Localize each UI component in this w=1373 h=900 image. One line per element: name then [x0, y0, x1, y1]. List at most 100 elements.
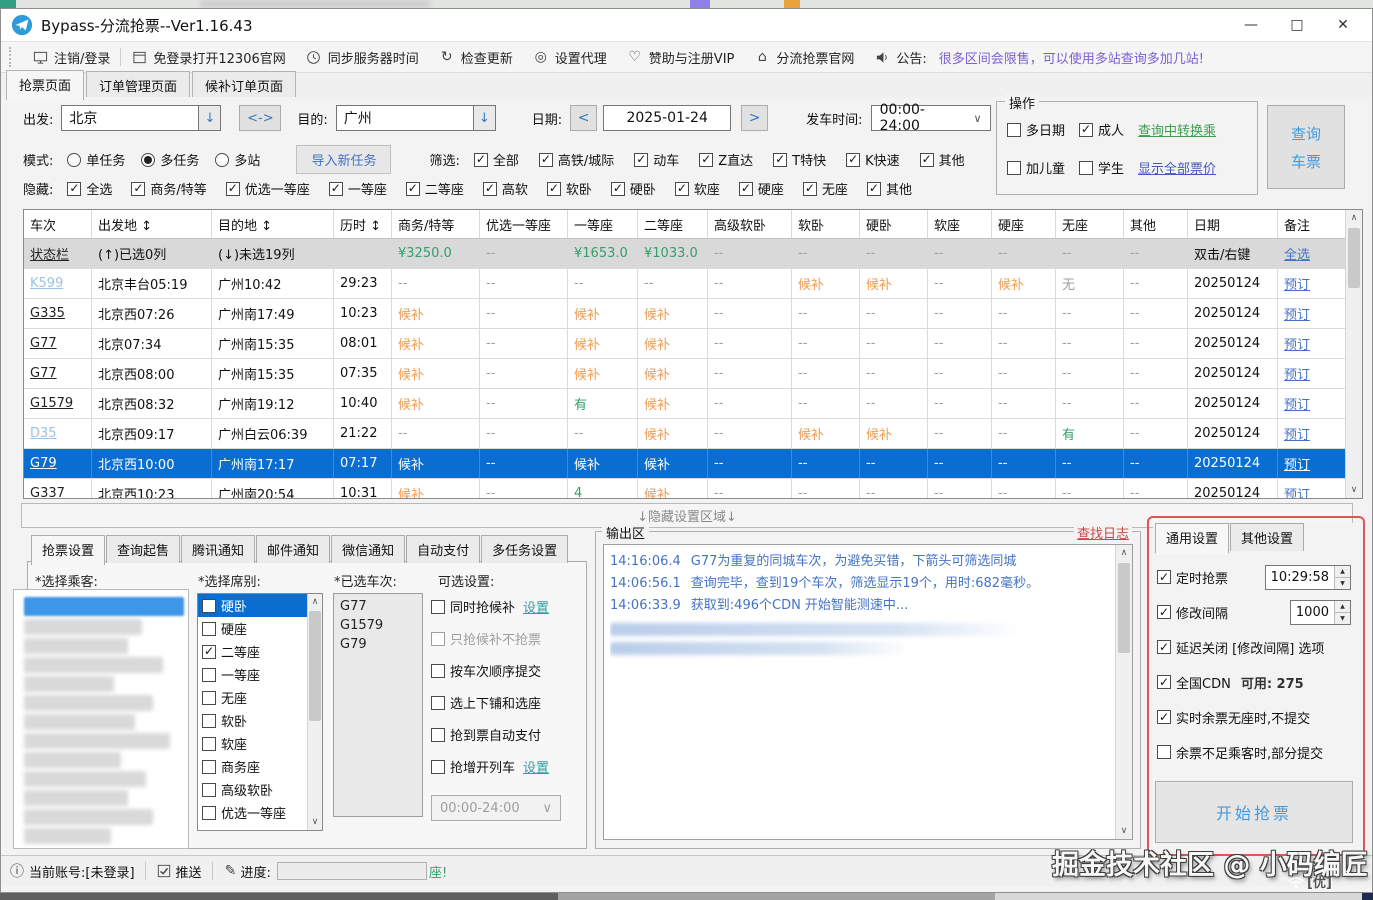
train-row-G337[interactable]: G337北京西10:23广州南20:5410:31候补--4候补--------…: [24, 479, 1345, 498]
column-header[interactable]: 硬座: [992, 210, 1056, 238]
maximize-button[interactable]: □: [1274, 10, 1320, 40]
toolbar-item-6[interactable]: ♡赞助与注册VIP: [617, 48, 745, 67]
tab-抢票页面[interactable]: 抢票页面: [6, 70, 84, 100]
seat-class-checkbox[interactable]: 商务座: [202, 757, 260, 776]
book-link[interactable]: 预订: [1278, 389, 1345, 418]
column-header[interactable]: 历时 ↕: [334, 210, 392, 238]
hide-checkbox[interactable]: 全选: [67, 179, 112, 198]
passenger-row-blurred[interactable]: [24, 695, 153, 711]
destination-dropdown-button[interactable]: ↓: [474, 105, 496, 131]
seat-class-checkbox[interactable]: 无座: [202, 688, 247, 707]
seat-class-row[interactable]: 一等座: [198, 663, 307, 686]
scrollbar-thumb[interactable]: [1348, 228, 1360, 288]
column-header[interactable]: 二等座: [638, 210, 708, 238]
train-number-link[interactable]: G77: [24, 359, 92, 388]
depart-dropdown-button[interactable]: ↓: [199, 105, 221, 131]
train-row-G77[interactable]: G77北京07:34广州南15:3508:01候补--候补候补---------…: [24, 329, 1345, 359]
toolbar-item-8[interactable]: 公告:: [864, 48, 936, 67]
scroll-down-icon[interactable]: [1116, 823, 1132, 839]
book-link[interactable]: 预订: [1278, 269, 1345, 298]
spinner-arrows[interactable]: ▲▼: [1334, 566, 1350, 589]
tab-其他设置[interactable]: 其他设置: [1230, 523, 1304, 551]
train-row-G335[interactable]: G335北京西07:26广州南17:4910:23候补--候补候补-------…: [24, 299, 1345, 329]
train-number-link[interactable]: D35: [24, 419, 92, 448]
toolbar-item-5[interactable]: ◎设置代理: [523, 48, 617, 67]
filter-checkbox[interactable]: 高铁/城际: [539, 150, 614, 169]
hide-checkbox[interactable]: 商务/特等: [131, 179, 206, 198]
column-header[interactable]: 车次: [24, 210, 92, 238]
general-setting-checkbox[interactable]: 余票不足乘客时,部分提交: [1157, 743, 1323, 762]
seat-class-row[interactable]: 二等座: [198, 640, 307, 663]
seat-class-checkbox[interactable]: 优选一等座: [202, 803, 286, 822]
mode-radio[interactable]: 多站: [215, 150, 260, 169]
passenger-row-blurred[interactable]: [24, 771, 146, 787]
tab-自动支付[interactable]: 自动支付: [406, 535, 480, 563]
passenger-list[interactable]: [13, 589, 189, 849]
train-row-G77[interactable]: G77北京西08:00广州南15:3507:35候补--候补候补--------…: [24, 359, 1345, 389]
tab-抢票设置[interactable]: 抢票设置: [31, 535, 105, 565]
spinner-arrows[interactable]: ▲▼: [1334, 601, 1350, 624]
destination-input[interactable]: 广州: [336, 105, 474, 131]
tab-通用设置[interactable]: 通用设置: [1155, 523, 1229, 553]
toolbar-item-1[interactable]: 注销/登录: [22, 48, 120, 67]
book-link[interactable]: 预订: [1278, 449, 1345, 478]
train-number-link[interactable]: G1579: [24, 389, 92, 418]
passenger-row-blurred[interactable]: [24, 714, 135, 730]
scroll-down-icon[interactable]: [308, 814, 322, 830]
seat-class-row[interactable]: 硬卧: [198, 594, 307, 617]
option-checkbox[interactable]: 选上下铺和选座: [431, 693, 541, 712]
column-header[interactable]: 软座: [928, 210, 992, 238]
column-header[interactable]: 一等座: [568, 210, 638, 238]
scroll-down-icon[interactable]: [1346, 482, 1362, 498]
toolbar-item-3[interactable]: 同步服务器时间: [296, 48, 429, 67]
select-all-link[interactable]: 全选: [1278, 239, 1345, 268]
increase-train-time-select[interactable]: 00:00-24:00∨: [431, 795, 561, 821]
toolbar-item-2[interactable]: 免登录打开12306官网: [121, 48, 295, 67]
depart-input[interactable]: 北京: [61, 105, 199, 131]
seat-class-row[interactable]: 优选一等座: [198, 801, 307, 824]
push-label[interactable]: 推送: [176, 862, 202, 881]
passenger-row-blurred[interactable]: [24, 619, 142, 635]
column-header[interactable]: 高级软卧: [708, 210, 792, 238]
hide-checkbox[interactable]: 软座: [675, 179, 720, 198]
find-log-link[interactable]: 查找日志: [1074, 523, 1132, 542]
column-header[interactable]: 软卧: [792, 210, 860, 238]
hide-checkbox[interactable]: 软卧: [547, 179, 592, 198]
scrollbar-thumb[interactable]: [309, 611, 321, 721]
spinner-up-icon[interactable]: ▲: [1335, 601, 1350, 613]
general-setting-checkbox[interactable]: 实时余票无座时,不提交: [1157, 708, 1310, 727]
filter-checkbox[interactable]: K快速: [846, 150, 900, 169]
column-header[interactable]: 日期: [1188, 210, 1278, 238]
filter-checkbox[interactable]: 全部: [474, 150, 519, 169]
passenger-row-blurred[interactable]: [24, 597, 184, 616]
filter-checkbox[interactable]: T特快: [773, 150, 826, 169]
seat-class-row[interactable]: 硬座: [198, 617, 307, 640]
seat-class-checkbox[interactable]: 软座: [202, 734, 247, 753]
hide-checkbox[interactable]: 优选一等座: [226, 179, 310, 198]
general-setting-checkbox[interactable]: 定时抢票: [1157, 568, 1228, 587]
table-scrollbar[interactable]: [1345, 210, 1362, 498]
option-checkbox[interactable]: 按车次顺序提交: [431, 661, 541, 680]
column-header[interactable]: 备注: [1278, 210, 1345, 238]
train-number-link[interactable]: G337: [24, 479, 92, 498]
option-checkbox[interactable]: 只抢候补不抢票: [431, 629, 541, 648]
scroll-up-icon[interactable]: [1116, 545, 1132, 561]
train-number-link[interactable]: G335: [24, 299, 92, 328]
tab-腾讯通知[interactable]: 腾讯通知: [181, 535, 255, 563]
passenger-row-blurred[interactable]: [24, 790, 128, 806]
hide-checkbox[interactable]: 一等座: [329, 179, 387, 198]
tab-候补订单页面[interactable]: 候补订单页面: [192, 71, 296, 99]
scroll-up-icon[interactable]: [1346, 210, 1362, 226]
tab-邮件通知[interactable]: 邮件通知: [256, 535, 330, 563]
seat-class-row[interactable]: 软卧: [198, 709, 307, 732]
general-setting-checkbox[interactable]: 全国CDN: [1157, 673, 1231, 692]
status-label[interactable]: 状态栏: [24, 239, 92, 268]
column-header[interactable]: 无座: [1056, 210, 1124, 238]
column-header[interactable]: 目的地 ↕: [212, 210, 334, 238]
passenger-row-blurred[interactable]: [24, 828, 111, 844]
seat-class-checkbox[interactable]: 一等座: [202, 665, 260, 684]
tab-微信通知[interactable]: 微信通知: [331, 535, 405, 563]
seat-class-checkbox[interactable]: 二等座: [202, 642, 260, 661]
train-row-G1579[interactable]: G1579北京西08:32广州南19:1210:40候补--有候补-------…: [24, 389, 1345, 419]
train-row-G79[interactable]: G79北京西10:00广州南17:1707:17候补--候补候补--------…: [24, 449, 1345, 479]
